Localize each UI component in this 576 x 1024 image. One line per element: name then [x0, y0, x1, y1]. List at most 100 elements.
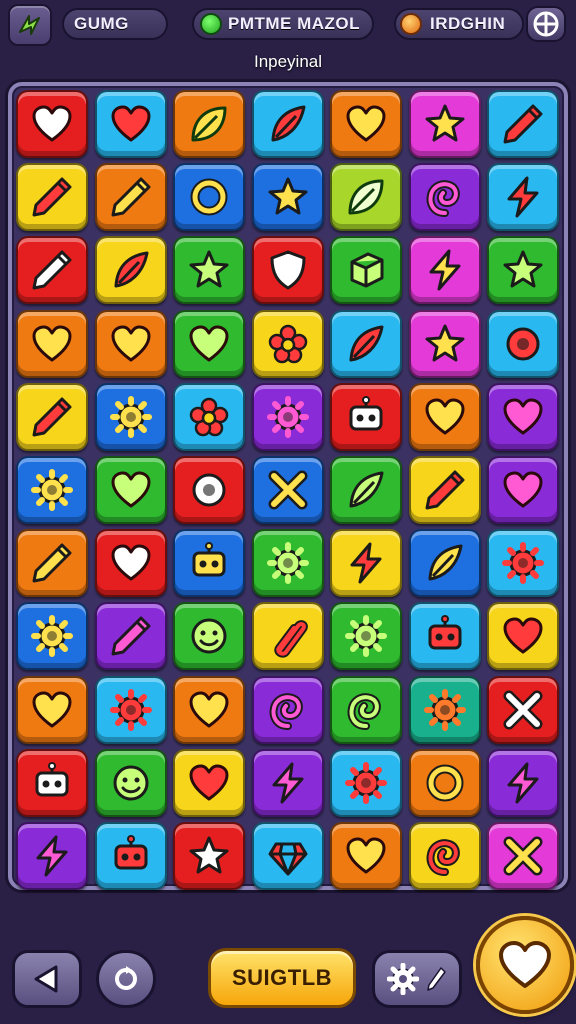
- tile-sky-gem[interactable]: [251, 822, 324, 890]
- tile-purple-bolt[interactable]: [251, 748, 324, 817]
- tile-red-shield[interactable]: [251, 236, 324, 305]
- tile-orange-pencil[interactable]: [94, 163, 167, 232]
- tile-purple-gear[interactable]: [251, 382, 324, 451]
- tile-purple-bolt[interactable]: [16, 822, 88, 890]
- tile-sky-donut[interactable]: [487, 309, 559, 378]
- settings-button[interactable]: [372, 950, 462, 1008]
- tile-purple-heart[interactable]: [487, 456, 559, 524]
- tile-magenta-bolt[interactable]: [408, 236, 481, 305]
- tile-green-star[interactable]: [173, 236, 245, 305]
- tile-magenta-star[interactable]: [408, 90, 481, 158]
- tile-green-gear[interactable]: [330, 602, 402, 671]
- favorite-button[interactable]: [476, 916, 574, 1014]
- tile-orange-heart[interactable]: [94, 309, 167, 378]
- tile-yellow-clip[interactable]: [251, 602, 324, 671]
- tile-red-pencil[interactable]: [16, 236, 88, 305]
- tile-sky-bolt[interactable]: [487, 163, 559, 232]
- tile-green-swirl[interactable]: [330, 675, 402, 744]
- tile-purple-bolt[interactable]: [487, 748, 559, 817]
- tile-orange-pencil[interactable]: [16, 529, 88, 598]
- tile-orange-heart[interactable]: [330, 822, 402, 890]
- tile-yellow-pencil[interactable]: [16, 163, 88, 232]
- tile-orange-heart[interactable]: [16, 309, 88, 378]
- tile-blue-gear[interactable]: [16, 602, 88, 671]
- back-button[interactable]: [12, 950, 82, 1008]
- robot-icon: [35, 761, 69, 797]
- tile-yellow-pencil[interactable]: [16, 382, 88, 451]
- tile-sky-gear[interactable]: [487, 529, 559, 598]
- tile-blue-gear[interactable]: [94, 382, 167, 451]
- tile-orange-heart[interactable]: [16, 675, 88, 744]
- tile-orange-ring[interactable]: [408, 748, 481, 817]
- main-action-label: SUIGTLB: [231, 965, 333, 990]
- tile-green-heart[interactable]: [173, 309, 245, 378]
- refresh-button[interactable]: [96, 950, 156, 1008]
- tile-green-smile[interactable]: [173, 602, 245, 671]
- tile-red-robot[interactable]: [16, 748, 88, 817]
- tile-green-smile[interactable]: [94, 748, 167, 817]
- tile-red-cross[interactable]: [487, 675, 559, 744]
- star-icon: [425, 324, 464, 362]
- heart-icon: [111, 325, 150, 362]
- tile-yellow-heart[interactable]: [487, 602, 559, 671]
- tile-yellow-pencil[interactable]: [408, 456, 481, 524]
- gear-icon: [387, 963, 419, 995]
- tile-orange-heart[interactable]: [173, 675, 245, 744]
- tile-green-cube[interactable]: [330, 236, 402, 305]
- tile-blue-robot[interactable]: [173, 529, 245, 598]
- add-button[interactable]: [526, 6, 566, 42]
- tile-purple-pencil[interactable]: [94, 602, 167, 671]
- tile-sky-robot[interactable]: [94, 822, 167, 890]
- tile-magenta-star[interactable]: [408, 309, 481, 378]
- tile-lime-leaf[interactable]: [330, 163, 402, 232]
- tile-green-feather[interactable]: [330, 456, 402, 524]
- bolt-icon: [429, 249, 460, 291]
- tile-green-heart[interactable]: [94, 456, 167, 524]
- tile-orange-heart[interactable]: [330, 90, 402, 158]
- heart-icon: [503, 471, 543, 508]
- tile-red-robot[interactable]: [330, 382, 402, 451]
- tile-sky-feather[interactable]: [330, 309, 402, 378]
- tile-green-gear[interactable]: [251, 529, 324, 598]
- heart-icon: [425, 398, 464, 435]
- tile-yellow-feather[interactable]: [94, 236, 167, 305]
- tile-sky-pencil[interactable]: [487, 90, 559, 158]
- top-bar: GUMG PMTME MAZOL IRDGHIN: [0, 0, 576, 50]
- tile-blue-cross[interactable]: [251, 456, 324, 524]
- tile-green-star[interactable]: [487, 236, 559, 305]
- tile-sky-robot[interactable]: [408, 602, 481, 671]
- currency-pill-3[interactable]: IRDGHIN: [394, 8, 524, 40]
- tile-magenta-cross[interactable]: [487, 822, 559, 890]
- tile-red-star[interactable]: [173, 822, 245, 890]
- tile-orange-leaf[interactable]: [173, 90, 245, 158]
- cross-icon: [503, 690, 543, 730]
- tile-sky-gear[interactable]: [94, 675, 167, 744]
- tile-yellow-heart[interactable]: [173, 748, 245, 817]
- cube-icon: [350, 252, 384, 288]
- tile-red-donut[interactable]: [173, 456, 245, 524]
- currency-pill-1[interactable]: GUMG: [62, 8, 168, 40]
- tile-blue-gear[interactable]: [16, 456, 88, 524]
- tile-red-heart[interactable]: [94, 529, 167, 598]
- tile-blue-feather[interactable]: [408, 529, 481, 598]
- tile-teal-gear[interactable]: [408, 675, 481, 744]
- star-icon: [268, 177, 307, 215]
- tile-yellow-bolt[interactable]: [330, 529, 402, 598]
- tile-red-heart[interactable]: [16, 90, 88, 158]
- currency-pill-2[interactable]: PMTME MAZOL: [192, 8, 374, 40]
- tile-yellow-swirl[interactable]: [408, 822, 481, 890]
- tile-sky-feather[interactable]: [251, 90, 324, 158]
- tile-sky-gear[interactable]: [330, 748, 402, 817]
- feather-icon: [114, 251, 148, 288]
- tile-blue-ring[interactable]: [173, 163, 245, 232]
- tile-purple-swirl[interactable]: [408, 163, 481, 232]
- tile-orange-heart[interactable]: [408, 382, 481, 451]
- tile-purple-swirl[interactable]: [251, 675, 324, 744]
- tile-sky-heart[interactable]: [94, 90, 167, 158]
- tile-yellow-flower[interactable]: [251, 309, 324, 378]
- tile-purple-heart[interactable]: [487, 382, 559, 451]
- main-action-button[interactable]: SUIGTLB: [208, 948, 356, 1008]
- tile-sky-flower[interactable]: [173, 382, 245, 451]
- tile-blue-star[interactable]: [251, 163, 324, 232]
- app-icon-button[interactable]: [8, 4, 52, 46]
